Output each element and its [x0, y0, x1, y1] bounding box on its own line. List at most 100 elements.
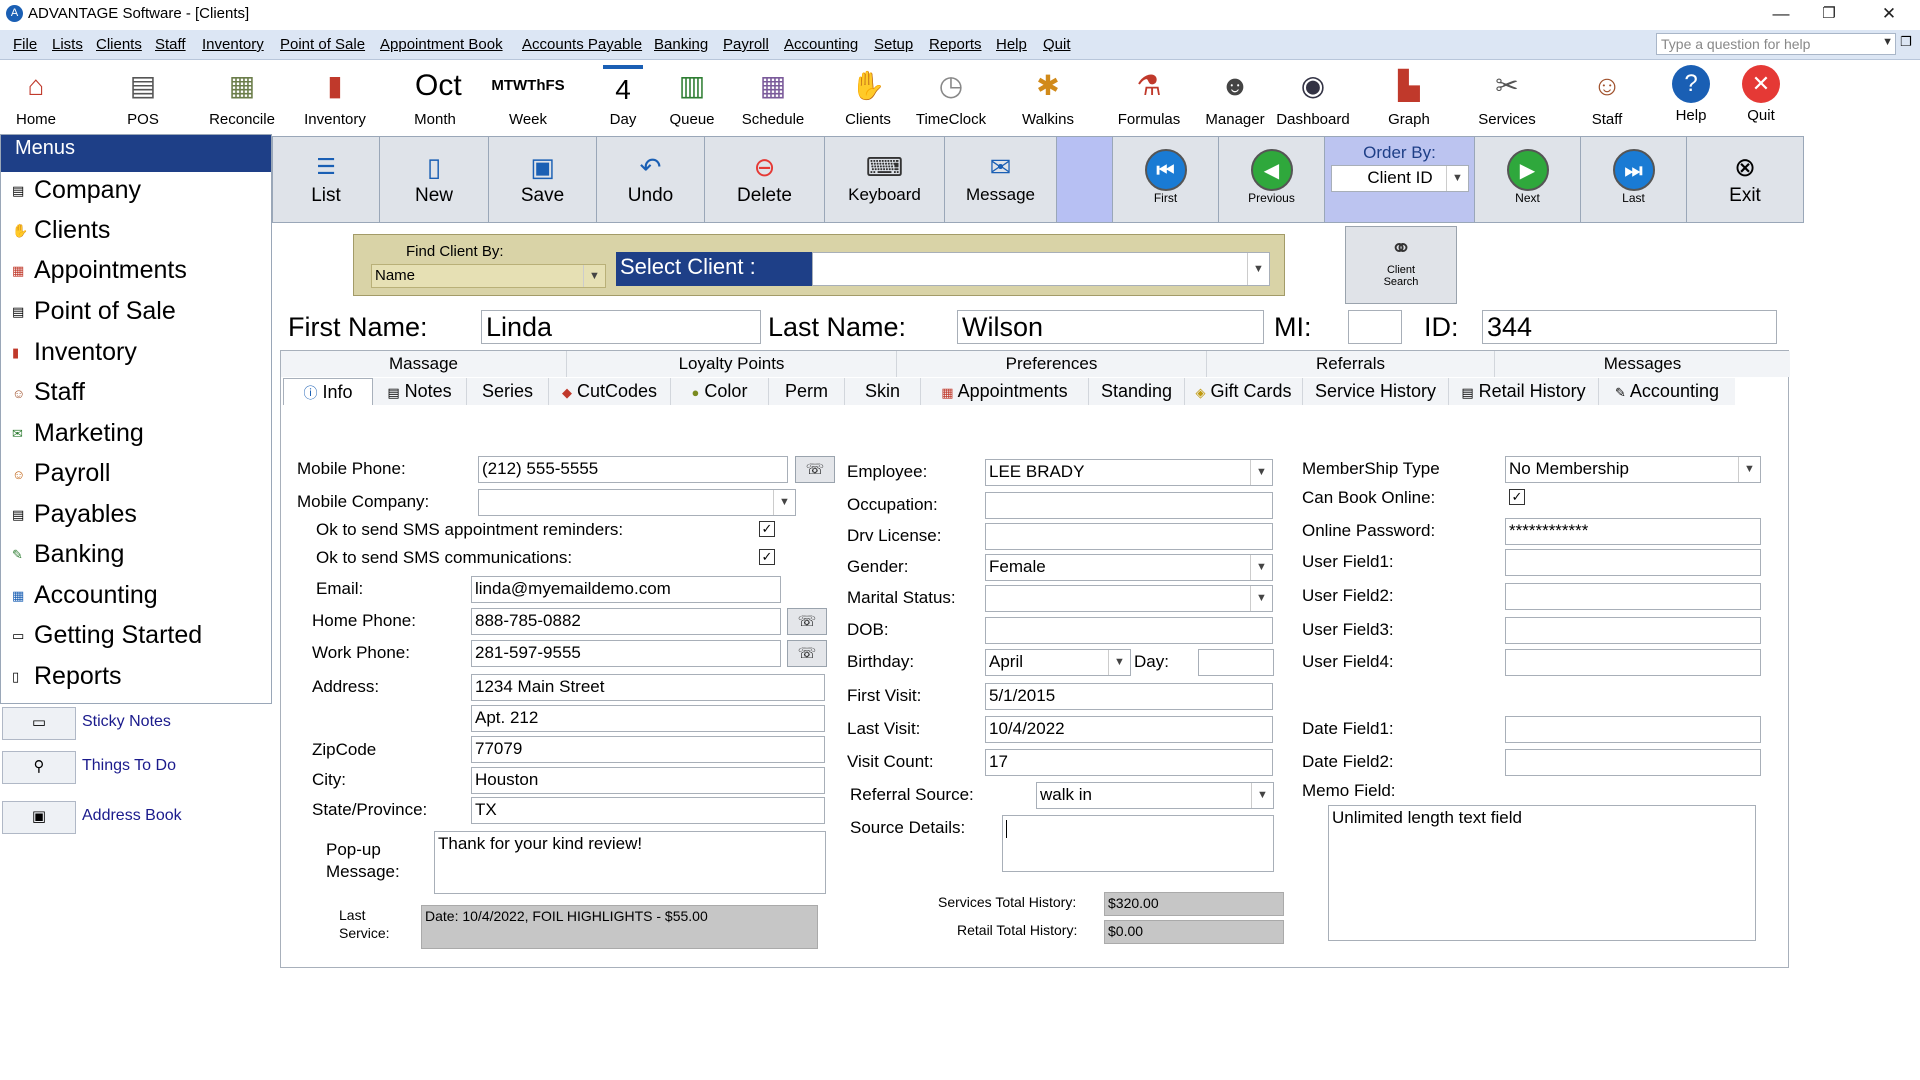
toolbar-reconcile-button[interactable]: ▦ Reconcile: [207, 60, 277, 134]
menu-accounting[interactable]: Accounting: [784, 36, 858, 53]
tab-service-history[interactable]: Service History: [1303, 378, 1449, 405]
drv-license-input[interactable]: [985, 523, 1273, 550]
tab-preferences[interactable]: Preferences: [897, 351, 1207, 377]
city-input[interactable]: Houston: [471, 767, 825, 794]
toolbar-formulas-button[interactable]: ⚗ Formulas: [1115, 60, 1183, 134]
user-field1-input[interactable]: [1505, 549, 1761, 576]
client-search-button[interactable]: ⚭ Client Search: [1345, 226, 1457, 304]
toolbar-quit-button[interactable]: ✕ Quit: [1738, 60, 1784, 134]
left-menu-accounting[interactable]: ▦ Accounting: [12, 581, 158, 610]
chevron-down-icon[interactable]: ▼: [1250, 555, 1272, 580]
menu-appointment-book[interactable]: Appointment Book: [380, 36, 503, 53]
toolbar-inventory-button[interactable]: ▮ Inventory: [300, 60, 370, 134]
chevron-down-icon[interactable]: ▼: [1250, 460, 1272, 485]
memo-field-input[interactable]: Unlimited length text field: [1328, 805, 1756, 941]
chevron-down-icon[interactable]: ▼: [1108, 650, 1130, 675]
keyboard-button[interactable]: ⌨ Keyboard: [825, 137, 945, 222]
tab-cutcodes[interactable]: ◆ CutCodes: [549, 378, 671, 405]
menu-setup[interactable]: Setup: [874, 36, 913, 53]
toolbar-manager-button[interactable]: ☻ Manager: [1203, 60, 1267, 134]
mi-input[interactable]: [1348, 310, 1402, 344]
user-field3-input[interactable]: [1505, 617, 1761, 644]
menu-staff[interactable]: Staff: [155, 36, 186, 53]
order-by-select[interactable]: Client ID ▼: [1331, 165, 1469, 192]
left-menu-payroll[interactable]: ☺ Payroll: [12, 459, 110, 488]
toolbar-day-button[interactable]: 4 Day: [598, 60, 648, 134]
menu-accounts-payable[interactable]: Accounts Payable: [522, 36, 642, 53]
email-input[interactable]: linda@myemaildemo.com: [471, 576, 781, 603]
marital-status-select[interactable]: ▼: [985, 585, 1273, 612]
chevron-down-icon[interactable]: ▼: [1882, 36, 1893, 48]
menu-file[interactable]: File: [13, 36, 37, 53]
toolbar-services-button[interactable]: ✂ Services: [1474, 60, 1540, 134]
birthday-month-select[interactable]: April ▼: [985, 649, 1131, 676]
tab-messages[interactable]: Messages: [1495, 351, 1790, 377]
chevron-down-icon[interactable]: ▼: [1250, 586, 1272, 611]
home-phone-input[interactable]: 888-785-0882: [471, 608, 781, 635]
menu-reports[interactable]: Reports: [929, 36, 982, 53]
toolbar-queue-button[interactable]: ▥ Queue: [666, 60, 718, 134]
close-icon[interactable]: ✕: [1866, 2, 1912, 26]
toolbar-dashboard-button[interactable]: ◉ Dashboard: [1275, 60, 1351, 134]
source-details-input[interactable]: [1002, 815, 1274, 872]
occupation-input[interactable]: [985, 492, 1273, 519]
tab-notes[interactable]: ▤ Notes: [373, 378, 467, 405]
last-visit-input[interactable]: 10/4/2022: [985, 716, 1273, 743]
tab-loyalty-points[interactable]: Loyalty Points: [567, 351, 897, 377]
toolbar-home-button[interactable]: ⌂ Home: [6, 60, 66, 134]
id-input[interactable]: 344: [1482, 310, 1777, 344]
sticky-notes-shortcut[interactable]: ▭ Sticky Notes: [0, 707, 272, 743]
address-line2-input[interactable]: Apt. 212: [471, 705, 825, 732]
tab-gift-cards[interactable]: ◈ Gift Cards: [1185, 378, 1303, 405]
chevron-down-icon[interactable]: ▼: [1446, 166, 1468, 191]
left-menu-inventory[interactable]: ▮ Inventory: [12, 338, 137, 367]
chevron-down-icon[interactable]: ▼: [1251, 783, 1273, 808]
save-button[interactable]: ▣ Save: [489, 137, 597, 222]
tab-series[interactable]: Series: [467, 378, 549, 405]
delete-button[interactable]: ⊖ Delete: [705, 137, 825, 222]
tab-appointments[interactable]: ▦ Appointments: [921, 378, 1089, 405]
toolbar-schedule-button[interactable]: ▦ Schedule: [741, 60, 805, 134]
left-menu-payables[interactable]: ▤ Payables: [12, 500, 137, 529]
chevron-down-icon[interactable]: ▼: [773, 490, 795, 515]
new-button[interactable]: ▯ New: [380, 137, 489, 222]
toolbar-help-button[interactable]: ? Help: [1668, 60, 1714, 134]
find-by-select[interactable]: Name ▼: [371, 264, 606, 288]
left-menu-marketing[interactable]: ✉ Marketing: [12, 419, 144, 448]
pin-icon[interactable]: ⚲: [2, 751, 76, 784]
phone-dial-icon[interactable]: ☏: [787, 608, 827, 635]
left-menu-appointments[interactable]: ▦ Appointments: [12, 256, 187, 285]
membership-type-select[interactable]: No Membership ▼: [1505, 456, 1761, 483]
tab-retail-history[interactable]: ▤ Retail History: [1449, 378, 1599, 405]
gender-select[interactable]: Female ▼: [985, 554, 1273, 581]
address-book-shortcut[interactable]: ▣ Address Book: [0, 801, 272, 837]
toolbar-walkins-button[interactable]: ✱ Walkins: [1018, 60, 1078, 134]
menu-banking[interactable]: Banking: [654, 36, 708, 53]
user-field2-input[interactable]: [1505, 583, 1761, 610]
select-client-input[interactable]: ▼: [812, 252, 1270, 286]
visit-count-input[interactable]: 17: [985, 749, 1273, 776]
address-line1-input[interactable]: 1234 Main Street: [471, 674, 825, 701]
menu-inventory[interactable]: Inventory: [202, 36, 264, 53]
popup-message-input[interactable]: Thank for your kind review!: [434, 831, 826, 894]
left-menu-staff[interactable]: ☺ Staff: [12, 378, 85, 407]
first-visit-input[interactable]: 5/1/2015: [985, 683, 1273, 710]
menu-point-of-sale[interactable]: Point of Sale: [280, 36, 365, 53]
next-button[interactable]: ▶ Next: [1475, 137, 1581, 222]
menu-help[interactable]: Help: [996, 36, 1027, 53]
menu-payroll[interactable]: Payroll: [723, 36, 769, 53]
chevron-down-icon[interactable]: ▼: [1738, 457, 1760, 482]
referral-source-select[interactable]: walk in ▼: [1036, 782, 1274, 809]
tab-info[interactable]: ⓘ Info: [283, 378, 373, 405]
tab-massage[interactable]: Massage: [281, 351, 567, 377]
previous-button[interactable]: ◀ Previous: [1219, 137, 1325, 222]
left-menu-getting-started[interactable]: ▭ Getting Started: [12, 621, 202, 650]
left-menu-clients[interactable]: ✋ Clients: [12, 216, 110, 245]
mobile-phone-input[interactable]: (212) 555-5555: [478, 456, 788, 483]
zipcode-input[interactable]: 77079: [471, 736, 825, 763]
chevron-down-icon[interactable]: ▼: [1247, 253, 1269, 285]
minimize-icon[interactable]: —: [1758, 2, 1804, 26]
toolbar-timeclock-button[interactable]: ◷ TimeClock: [913, 60, 989, 134]
left-menu-banking[interactable]: ✎ Banking: [12, 540, 124, 569]
toolbar-staff-button[interactable]: ☺ Staff: [1584, 60, 1630, 134]
